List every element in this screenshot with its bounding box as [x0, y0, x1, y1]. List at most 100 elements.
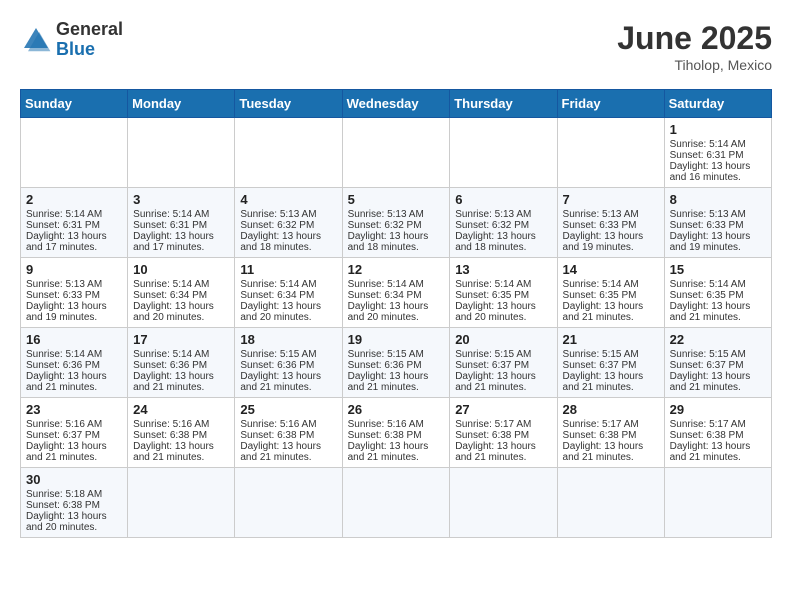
header-wednesday: Wednesday: [342, 90, 450, 118]
table-row: [557, 118, 664, 188]
sunrise-text: Sunrise: 5:16 AM: [348, 419, 445, 430]
sunset-text: Sunset: 6:38 PM: [455, 430, 551, 441]
daylight-text: Daylight: 13 hours and 21 minutes.: [563, 371, 659, 393]
sunrise-text: Sunrise: 5:17 AM: [563, 419, 659, 430]
empty-cell: [235, 468, 342, 538]
daylight-text: Daylight: 13 hours and 21 minutes.: [563, 441, 659, 463]
table-row: 16Sunrise: 5:14 AMSunset: 6:36 PMDayligh…: [21, 328, 128, 398]
table-row: 14 Sunrise: 5:14 AMSunset: 6:35 PMDayligh…: [557, 258, 664, 328]
daylight-text: Daylight: 13 hours and 19 minutes.: [670, 231, 766, 253]
sunrise-text: Sunrise: 5:15 AM: [348, 349, 445, 360]
table-row: 4Sunrise: 5:13 AMSunset: 6:32 PMDaylight…: [235, 188, 342, 258]
sunrise-text: Sunrise: 5:14 AM: [563, 279, 659, 290]
sunset-text: Sunset: 6:38 PM: [133, 430, 229, 441]
header-tuesday: Tuesday: [235, 90, 342, 118]
day-number: 16: [26, 332, 122, 347]
sunset-text: Sunset: 6:33 PM: [26, 290, 122, 301]
header-thursday: Thursday: [450, 90, 557, 118]
sunrise-text: Sunrise: 5:14 AM: [26, 349, 122, 360]
sunset-text: Sunset: 6:36 PM: [26, 360, 122, 371]
sunrise-text: Sunrise: 5:16 AM: [240, 419, 336, 430]
day-number: 20: [455, 332, 551, 347]
sunrise-text: Sunrise: 5:13 AM: [455, 209, 551, 220]
sunrise-text: Sunrise: 5:14 AM: [240, 279, 336, 290]
logo-general: General: [56, 20, 123, 40]
daylight-text: Daylight: 13 hours and 20 minutes.: [348, 301, 445, 323]
table-row: 7Sunrise: 5:13 AMSunset: 6:33 PMDaylight…: [557, 188, 664, 258]
table-row: 20Sunrise: 5:15 AMSunset: 6:37 PMDayligh…: [450, 328, 557, 398]
sunset-text: Sunset: 6:36 PM: [348, 360, 445, 371]
sunset-text: Sunset: 6:37 PM: [455, 360, 551, 371]
table-row: 29Sunrise: 5:17 AMSunset: 6:38 PMDayligh…: [664, 398, 771, 468]
table-row: 12 Sunrise: 5:14 AMSunset: 6:34 PMDayligh…: [342, 258, 450, 328]
sunset-text: Sunset: 6:34 PM: [133, 290, 229, 301]
sunrise-text: Sunrise: 5:16 AM: [133, 419, 229, 430]
daylight-text: Daylight: 13 hours and 20 minutes.: [455, 301, 551, 323]
table-row: 1Sunrise: 5:14 AMSunset: 6:31 PMDaylight…: [664, 118, 771, 188]
sunset-text: Sunset: 6:34 PM: [348, 290, 445, 301]
day-number: 14: [563, 262, 659, 277]
daylight-text: Daylight: 13 hours and 21 minutes.: [563, 301, 659, 323]
sunrise-text: Sunrise: 5:13 AM: [240, 209, 336, 220]
day-number: 21: [563, 332, 659, 347]
daylight-text: Daylight: 13 hours and 17 minutes.: [133, 231, 229, 253]
header-monday: Monday: [128, 90, 235, 118]
empty-cell: [450, 468, 557, 538]
day-number: 11: [240, 262, 336, 277]
daylight-text: Daylight: 13 hours and 21 minutes.: [455, 441, 551, 463]
table-row: 19Sunrise: 5:15 AMSunset: 6:36 PMDayligh…: [342, 328, 450, 398]
day-number: 6: [455, 192, 551, 207]
sunset-text: Sunset: 6:32 PM: [455, 220, 551, 231]
table-row: [450, 118, 557, 188]
month-title: June 2025: [617, 20, 772, 57]
table-row: [235, 118, 342, 188]
logo-icon: [20, 24, 52, 56]
sunset-text: Sunset: 6:33 PM: [670, 220, 766, 231]
table-row: [21, 118, 128, 188]
sunrise-text: Sunrise: 5:15 AM: [670, 349, 766, 360]
day-number: 7: [563, 192, 659, 207]
table-row: [342, 118, 450, 188]
table-row: 24Sunrise: 5:16 AMSunset: 6:38 PMDayligh…: [128, 398, 235, 468]
sunset-text: Sunset: 6:31 PM: [26, 220, 122, 231]
daylight-text: Daylight: 13 hours and 21 minutes.: [348, 371, 445, 393]
table-row: 28Sunrise: 5:17 AMSunset: 6:38 PMDayligh…: [557, 398, 664, 468]
sunrise-text: Sunrise: 5:14 AM: [670, 139, 766, 150]
sunset-text: Sunset: 6:37 PM: [26, 430, 122, 441]
header-saturday: Saturday: [664, 90, 771, 118]
day-number: 12: [348, 262, 445, 277]
daylight-text: Daylight: 13 hours and 18 minutes.: [348, 231, 445, 253]
day-number: 22: [670, 332, 766, 347]
calendar-row: 16Sunrise: 5:14 AMSunset: 6:36 PMDayligh…: [21, 328, 772, 398]
logo-blue: Blue: [56, 40, 123, 60]
day-number: 10: [133, 262, 229, 277]
location: Tiholop, Mexico: [617, 57, 772, 73]
calendar-table: Sunday Monday Tuesday Wednesday Thursday…: [20, 89, 772, 538]
empty-cell: [664, 468, 771, 538]
day-number: 5: [348, 192, 445, 207]
sunset-text: Sunset: 6:32 PM: [240, 220, 336, 231]
weekday-header-row: Sunday Monday Tuesday Wednesday Thursday…: [21, 90, 772, 118]
table-row: 11Sunrise: 5:14 AMSunset: 6:34 PMDayligh…: [235, 258, 342, 328]
daylight-text: Daylight: 13 hours and 21 minutes.: [455, 371, 551, 393]
sunset-text: Sunset: 6:35 PM: [670, 290, 766, 301]
sunset-text: Sunset: 6:35 PM: [563, 290, 659, 301]
header-sunday: Sunday: [21, 90, 128, 118]
table-row: 9Sunrise: 5:13 AMSunset: 6:33 PMDaylight…: [21, 258, 128, 328]
daylight-text: Daylight: 13 hours and 20 minutes.: [133, 301, 229, 323]
table-row: 6Sunrise: 5:13 AMSunset: 6:32 PMDaylight…: [450, 188, 557, 258]
day-number: 3: [133, 192, 229, 207]
table-row: 8Sunrise: 5:13 AMSunset: 6:33 PMDaylight…: [664, 188, 771, 258]
sunset-text: Sunset: 6:37 PM: [670, 360, 766, 371]
table-row: 15Sunrise: 5:14 AMSunset: 6:35 PMDayligh…: [664, 258, 771, 328]
day-number: 26: [348, 402, 445, 417]
sunrise-text: Sunrise: 5:14 AM: [348, 279, 445, 290]
sunset-text: Sunset: 6:36 PM: [240, 360, 336, 371]
empty-cell: [557, 468, 664, 538]
sunset-text: Sunset: 6:38 PM: [348, 430, 445, 441]
table-row: 10Sunrise: 5:14 AMSunset: 6:34 PMDayligh…: [128, 258, 235, 328]
day-number: 24: [133, 402, 229, 417]
daylight-text: Daylight: 13 hours and 21 minutes.: [670, 371, 766, 393]
table-row: 17Sunrise: 5:14 AMSunset: 6:36 PMDayligh…: [128, 328, 235, 398]
daylight-text: Daylight: 13 hours and 21 minutes.: [348, 441, 445, 463]
